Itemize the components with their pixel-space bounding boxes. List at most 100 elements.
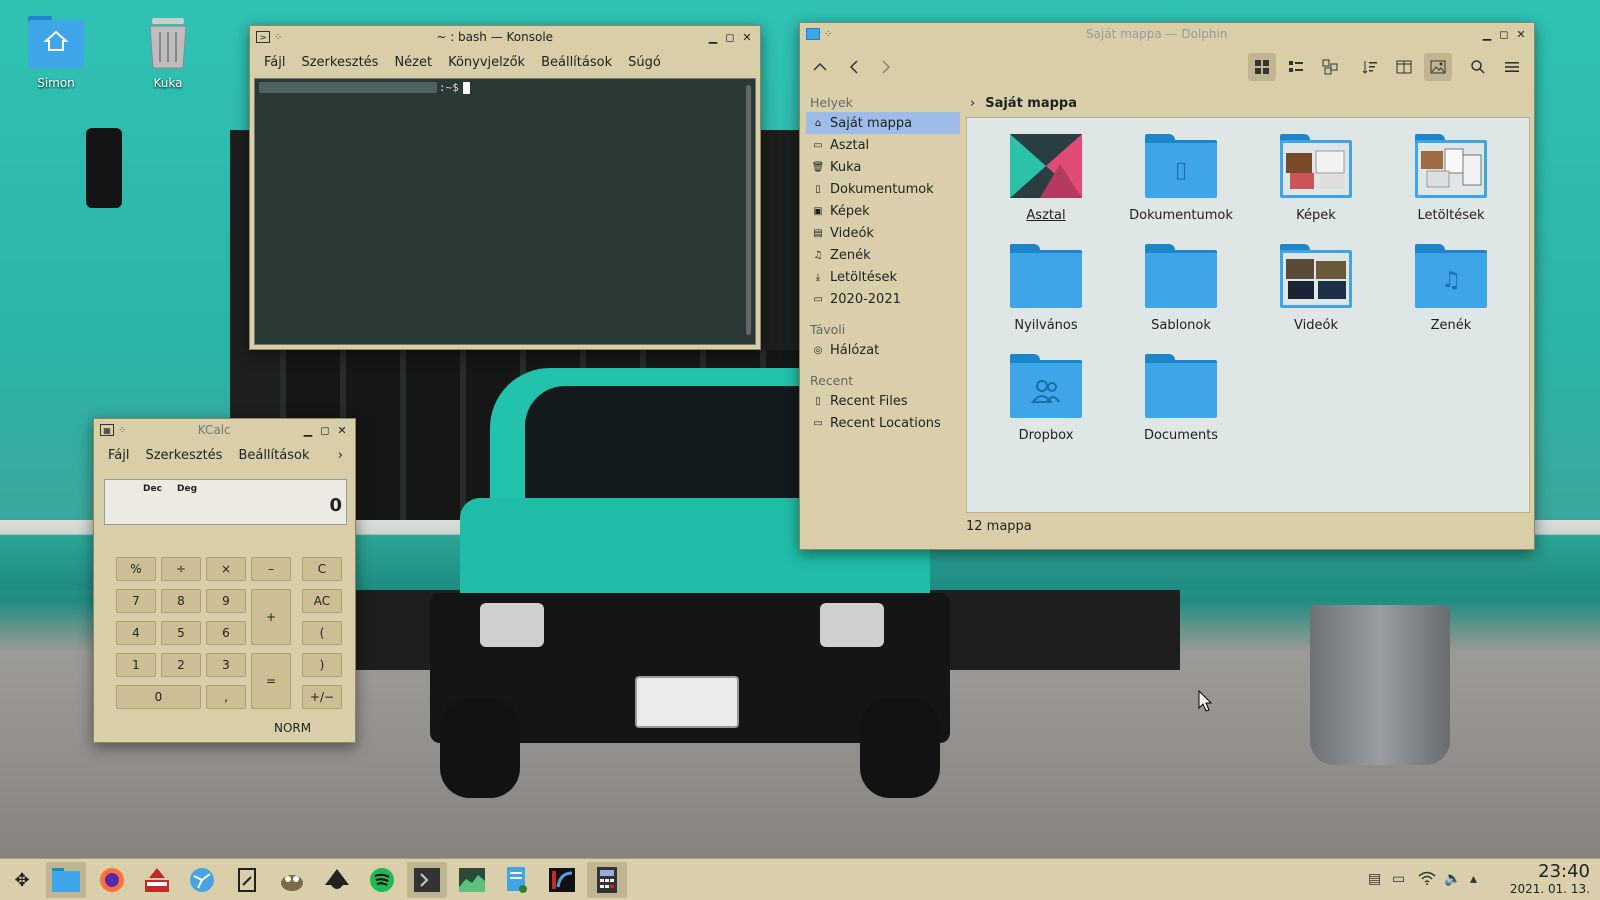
window-menu-icon[interactable]: ⁘ [824,29,832,40]
menu-help[interactable]: Súgó [620,55,669,70]
digit-0-button[interactable]: 0 [116,685,201,709]
digital-clock[interactable]: 23:40 2021. 01. 13. [1510,861,1590,896]
digit-2-button[interactable]: 2 [161,653,201,677]
system-monitor-icon[interactable] [452,862,492,898]
digit-8-button[interactable]: 8 [161,589,201,613]
notes-icon[interactable] [227,862,267,898]
back-icon[interactable] [840,53,868,81]
go-up-icon[interactable] [806,53,834,81]
file-view[interactable]: Asztal ▯ Dokumentumok Képek Letöltések N… [966,117,1530,513]
digit-9-button[interactable]: 9 [206,589,246,613]
place-folder-2020-2021[interactable]: ▭ 2020-2021 [806,288,960,310]
place-recent-locations[interactable]: ▭ Recent Locations [806,412,960,434]
place-pictures[interactable]: ▣ Képek [806,200,960,222]
digit-7-button[interactable]: 7 [116,589,156,613]
menu-edit[interactable]: Szerkesztés [137,448,230,463]
place-desktop[interactable]: ▭ Asztal [806,134,960,156]
menu-bookmarks[interactable]: Könyvjelzők [440,55,533,70]
digit-6-button[interactable]: 6 [206,621,246,645]
close-icon[interactable]: ✕ [1514,27,1528,41]
folder-item[interactable]: Sablonok [1116,244,1246,333]
folder-item[interactable]: Képek [1251,134,1381,223]
minimize-icon[interactable]: ▁ [1480,27,1494,41]
place-videos[interactable]: ▤ Videók [806,222,960,244]
gimp-icon[interactable] [272,862,312,898]
breadcrumb[interactable]: › Saját mappa [966,91,1077,115]
open-paren-button[interactable]: ( [302,621,342,645]
folder-item[interactable]: Documents [1116,354,1246,443]
place-documents[interactable]: ▯ Dokumentumok [806,178,960,200]
firefox-icon[interactable] [92,862,132,898]
percent-button[interactable]: % [116,557,156,581]
battery-icon[interactable]: ▭ [1392,871,1405,887]
divide-button[interactable]: ÷ [161,557,201,581]
konsole-titlebar[interactable]: > ⁘ ~ : bash — Konsole ▁ ◻ ✕ [250,26,760,48]
desktop-icon-trash[interactable]: Kuka [128,12,208,90]
sign-toggle-button[interactable]: +/− [302,685,342,709]
place-downloads[interactable]: ⤓ Letöltések [806,266,960,288]
digit-5-button[interactable]: 5 [161,621,201,645]
dolphin-titlebar[interactable]: ⁘ Saját mappa — Dolphin ▁ ◻ ✕ [800,23,1534,45]
digit-3-button[interactable]: 3 [206,653,246,677]
place-trash[interactable]: 🗑 Kuka [806,156,960,178]
details-view-icon[interactable] [1316,53,1344,81]
spotify-icon[interactable] [362,862,402,898]
clear-button[interactable]: C [302,557,342,581]
folder-item[interactable]: Nyilvános [981,244,1111,333]
place-music[interactable]: ♫ Zenék [806,244,960,266]
place-network[interactable]: ◎ Hálózat [806,339,960,361]
maximize-icon[interactable]: ◻ [1497,27,1511,41]
icons-view-icon[interactable] [1248,53,1276,81]
konsole-task-icon[interactable] [407,862,447,898]
wifi-icon[interactable] [1418,871,1436,889]
equals-button[interactable]: = [251,653,291,709]
hamburger-menu-icon[interactable] [1498,53,1526,81]
folder-item[interactable]: Dropbox [981,354,1111,443]
compact-view-icon[interactable] [1282,53,1310,81]
desktop-icon-home[interactable]: Simon [16,12,96,90]
window-menu-icon[interactable]: ⁘ [274,32,282,43]
menu-edit[interactable]: Szerkesztés [293,55,386,70]
close-icon[interactable]: ✕ [740,30,754,44]
terminal-area[interactable]: :~$ [254,78,756,345]
folder-item[interactable]: Letöltések [1386,134,1516,223]
network-settings-icon[interactable] [182,862,222,898]
folder-item[interactable]: ♫ Zenék [1386,244,1516,333]
maximize-icon[interactable]: ◻ [723,30,737,44]
forward-icon[interactable] [872,53,900,81]
kcalc-titlebar[interactable]: ▦ ⁘ KCalc ▁ ◻ ✕ [94,419,355,441]
kdenlive-icon[interactable] [542,862,582,898]
minimize-icon[interactable]: ▁ [706,30,720,44]
menu-view[interactable]: Nézet [386,55,440,70]
multiply-button[interactable]: × [206,557,246,581]
folder-item[interactable]: ▯ Dokumentumok [1116,134,1246,223]
place-home[interactable]: ⌂ Saját mappa [806,112,960,134]
clipboard-icon[interactable]: ▤ [1368,871,1381,887]
digit-4-button[interactable]: 4 [116,621,156,645]
digit-1-button[interactable]: 1 [116,653,156,677]
inkscape-icon[interactable] [317,862,357,898]
menu-file[interactable]: Fájl [256,55,293,70]
window-menu-icon[interactable]: ⁘ [118,425,126,436]
maximize-icon[interactable]: ◻ [318,423,332,437]
close-paren-button[interactable]: ) [302,653,342,677]
close-icon[interactable]: ✕ [335,423,349,437]
menu-file[interactable]: Fájl [100,448,137,463]
breadcrumb-item[interactable]: Saját mappa [985,96,1077,111]
sort-icon[interactable] [1356,53,1384,81]
all-clear-button[interactable]: AC [302,589,342,613]
split-view-icon[interactable] [1390,53,1418,81]
minimize-icon[interactable]: ▁ [301,423,315,437]
preview-icon[interactable] [1424,53,1452,81]
menu-settings[interactable]: Beállítások [230,448,317,463]
volume-icon[interactable]: 🔈 [1444,871,1461,887]
kcalc-task-icon[interactable] [587,862,627,898]
menu-overflow-icon[interactable]: › [330,448,351,463]
application-launcher-icon[interactable]: ✥ [2,862,42,898]
folder-item[interactable]: Asztal [981,134,1111,223]
ktorrent-icon[interactable] [137,862,177,898]
tray-expand-icon[interactable]: ▴ [1470,871,1477,887]
text-editor-icon[interactable] [497,862,537,898]
dolphin-task-icon[interactable] [46,862,86,898]
minus-button[interactable]: – [251,557,291,581]
